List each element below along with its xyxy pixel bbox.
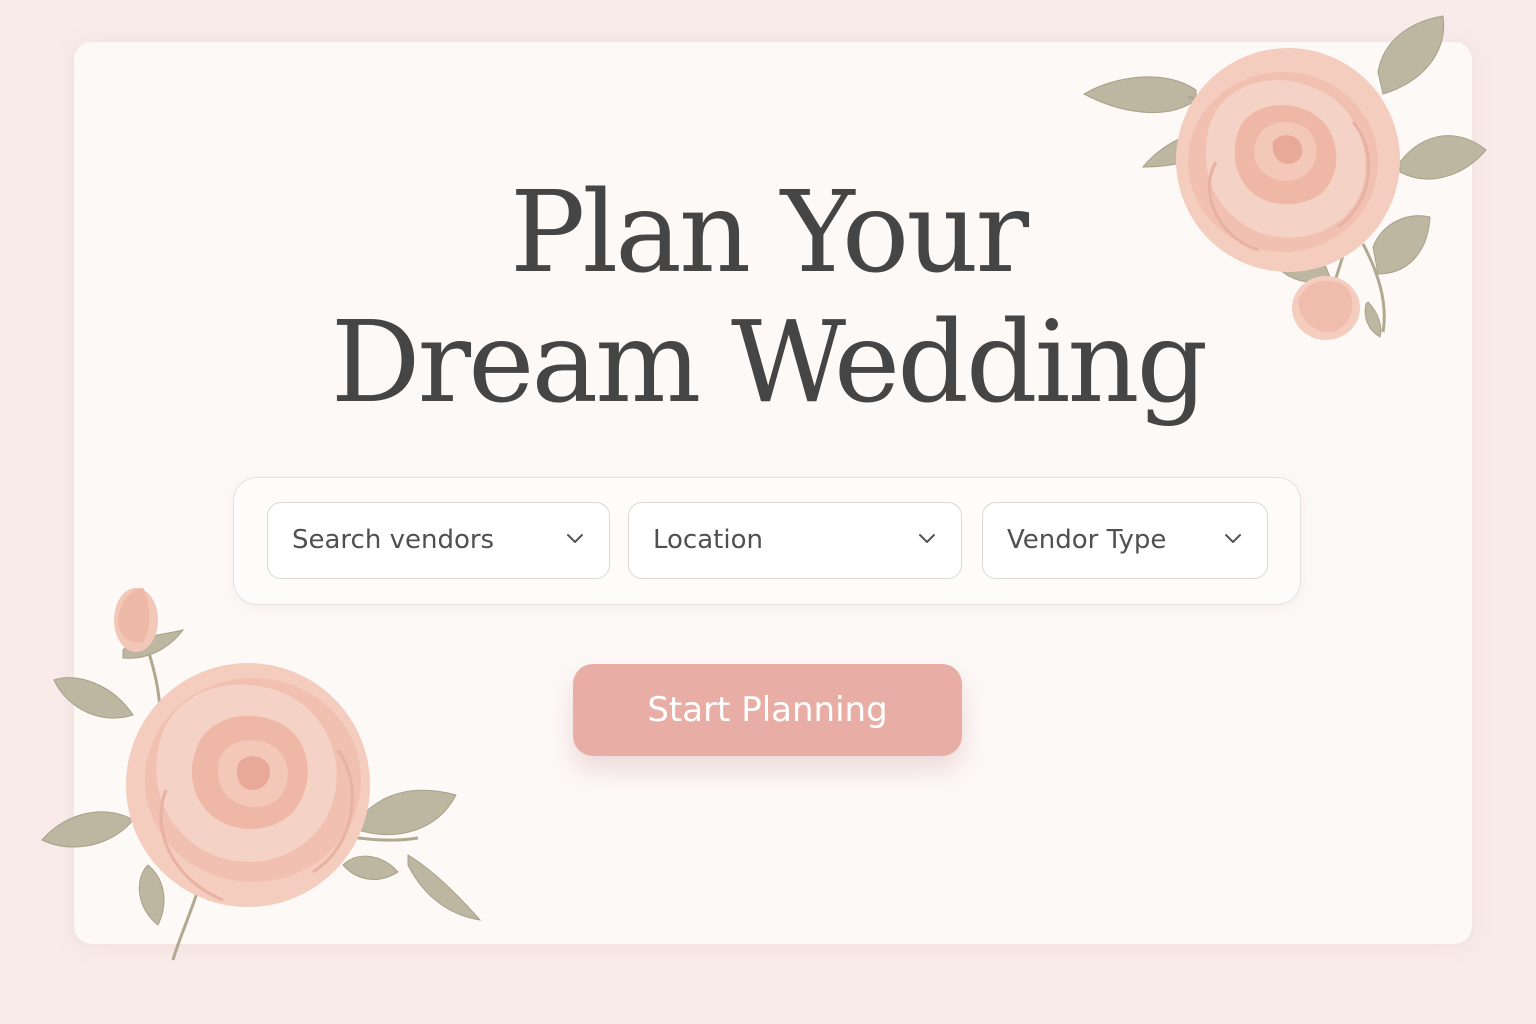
rose-illustration-bottom-left bbox=[41, 588, 482, 961]
page-title-line-1: Plan Your bbox=[510, 168, 1029, 298]
vendor-type-label: Vendor Type bbox=[1007, 525, 1167, 555]
chevron-down-icon bbox=[567, 534, 583, 543]
chevron-down-icon bbox=[1225, 534, 1241, 543]
location-label: Location bbox=[653, 525, 763, 555]
chevron-down-icon bbox=[919, 534, 935, 543]
start-planning-button[interactable]: Start Planning bbox=[573, 664, 962, 756]
page-title-line-2: Dream Wedding bbox=[330, 298, 1209, 428]
page: Plan Your Dream Wedding Search vendors L… bbox=[0, 0, 1536, 1024]
location-dropdown[interactable]: Location bbox=[628, 502, 962, 579]
search-vendors-dropdown[interactable]: Search vendors bbox=[267, 502, 610, 579]
search-vendors-label: Search vendors bbox=[292, 525, 495, 555]
vendor-type-dropdown[interactable]: Vendor Type bbox=[982, 502, 1268, 579]
